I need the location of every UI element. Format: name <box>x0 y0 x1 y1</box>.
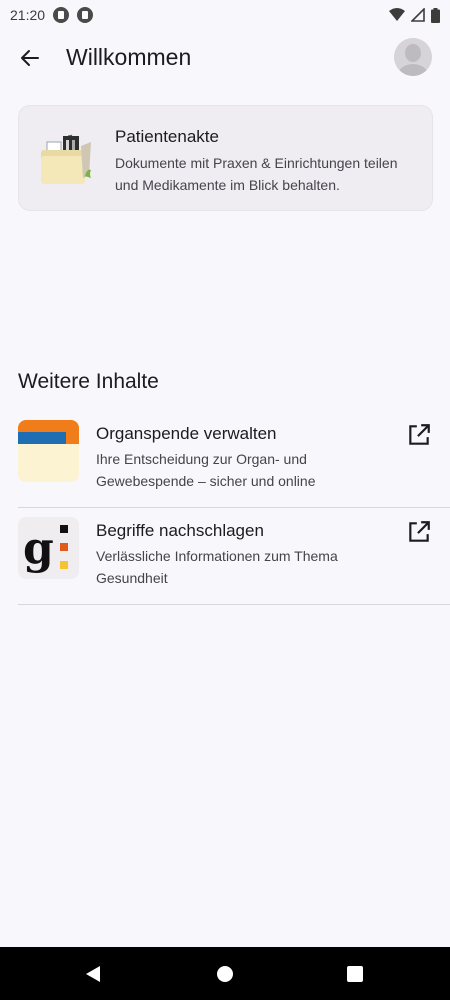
status-right <box>389 7 440 23</box>
organ-donation-icon <box>18 420 79 482</box>
app-bar: Willkommen <box>0 30 450 86</box>
patient-record-folder-icon <box>41 134 91 184</box>
item-title-organ-donation: Organspende verwalten <box>96 424 277 443</box>
list-item-glossary[interactable]: g Begriffe nachschlagen Verlässliche Inf… <box>18 507 450 605</box>
battery-icon <box>431 7 440 23</box>
notification-app-icon-2 <box>77 7 94 23</box>
profile-icon <box>394 38 432 76</box>
list-item-organ-donation[interactable]: Organspende verwalten Ihre Entscheidung … <box>18 410 450 508</box>
signal-icon <box>411 8 425 22</box>
page-title: Willkommen <box>66 44 192 70</box>
nav-recent-apps-icon[interactable] <box>343 962 367 986</box>
back-button[interactable] <box>14 42 46 74</box>
status-left: 21:20 <box>10 7 94 23</box>
section-title-more-content: Weitere Inhalte <box>18 370 159 393</box>
nav-back-icon[interactable] <box>82 962 106 986</box>
wifi-icon <box>389 8 405 21</box>
open-external-icon[interactable] <box>406 519 432 545</box>
system-navigation-bar <box>0 947 450 1000</box>
arrow-back-icon <box>21 50 39 66</box>
patient-record-title: Patientenakte <box>115 127 219 146</box>
status-time: 21:20 <box>10 7 46 23</box>
item-description-organ-donation: Ihre Entscheidung zur Organ- und Gewebes… <box>96 451 316 489</box>
patient-record-description: Dokumente mit Praxen & Einrichtungen tei… <box>115 155 398 193</box>
notification-app-icon <box>53 7 70 23</box>
item-title-glossary: Begriffe nachschlagen <box>96 521 264 540</box>
svg-text:g: g <box>23 523 54 574</box>
glossary-g-icon: g <box>18 517 79 579</box>
item-description-glossary: Verlässliche Informationen zum Thema Ges… <box>96 548 338 586</box>
patient-record-card[interactable]: Patientenakte Dokumente mit Praxen & Ein… <box>18 105 433 211</box>
status-bar: 21:20 <box>0 0 450 30</box>
nav-home-icon[interactable] <box>213 962 237 986</box>
open-external-icon[interactable] <box>406 422 432 448</box>
avatar[interactable] <box>394 38 432 76</box>
